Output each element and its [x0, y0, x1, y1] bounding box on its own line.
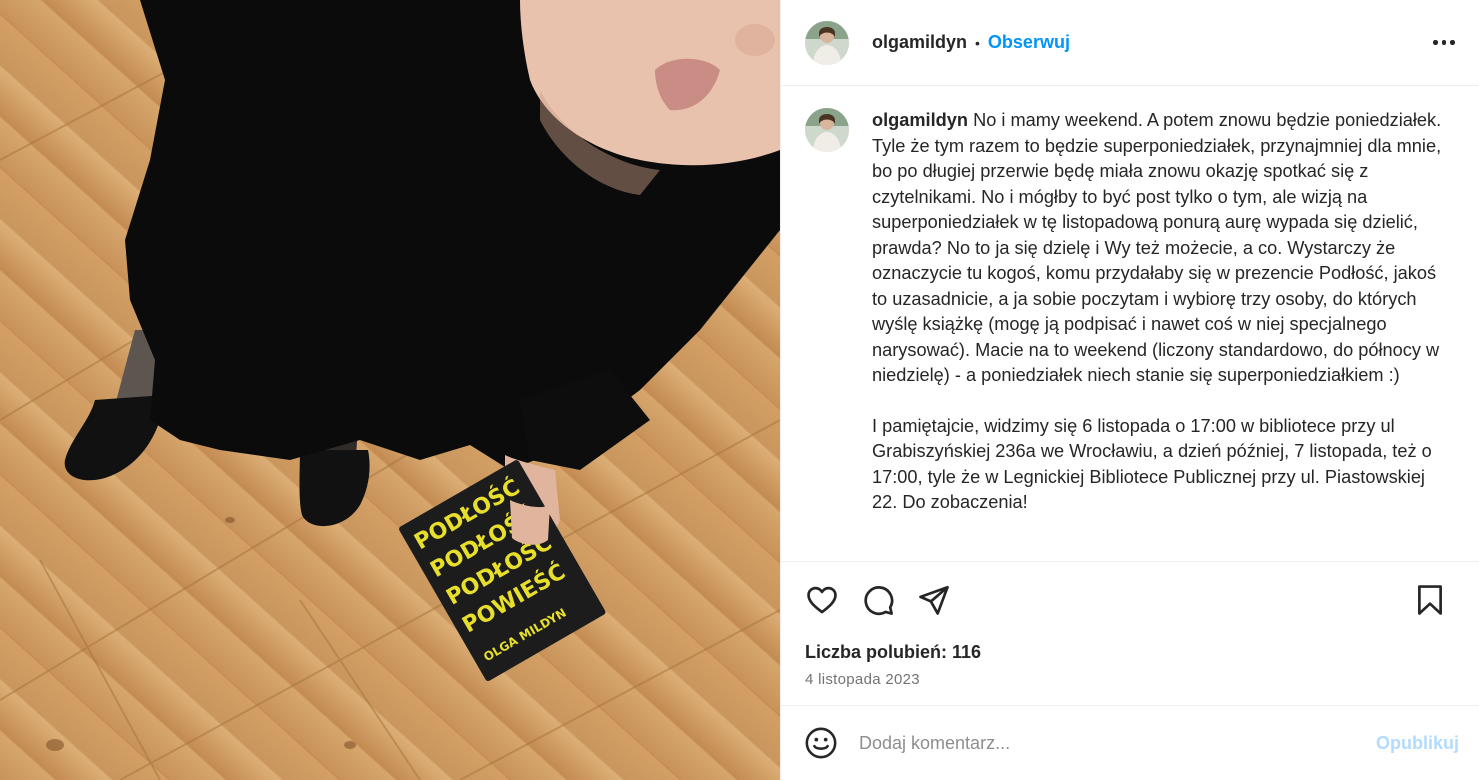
post-header: olgamildyn • Obserwuj	[781, 0, 1479, 86]
username-link[interactable]: olgamildyn	[872, 32, 967, 53]
avatar-icon	[805, 20, 849, 65]
post-caption: olgamildyn No i mamy weekend. A potem zn…	[781, 86, 1479, 562]
comment-icon	[864, 586, 894, 616]
more-options-icon	[1450, 40, 1455, 45]
avatar-icon	[805, 108, 849, 152]
like-button[interactable]	[805, 583, 839, 617]
more-options-button[interactable]	[1429, 28, 1459, 58]
emoji-button[interactable]	[803, 725, 839, 761]
emoji-icon	[805, 727, 837, 759]
instagram-post: PODŁOŚĆ PODŁOŚĆ PODŁOŚĆ POWIEŚĆ OLGA MIL…	[0, 0, 1479, 780]
separator-dot: •	[975, 34, 980, 51]
caption-paragraph-1: olgamildyn No i mamy weekend. A potem zn…	[872, 108, 1449, 389]
comment-input[interactable]	[859, 732, 1376, 754]
save-button[interactable]	[1413, 583, 1447, 617]
more-options-icon	[1441, 40, 1447, 45]
follow-button[interactable]: Obserwuj	[988, 32, 1070, 53]
bookmark-icon	[1418, 585, 1442, 615]
comment-button[interactable]	[861, 583, 895, 617]
share-button[interactable]	[917, 583, 951, 617]
post-date[interactable]: 4 listopada 2023	[781, 663, 1479, 688]
selfie-illustration: PODŁOŚĆ PODŁOŚĆ PODŁOŚĆ POWIEŚĆ OLGA MIL…	[0, 0, 780, 780]
caption-paragraph-2: I pamiętajcie, widzimy się 6 listopada o…	[872, 415, 1432, 513]
heart-icon	[807, 586, 837, 614]
action-bar	[781, 562, 1479, 638]
avatar[interactable]	[805, 20, 849, 65]
post-photo[interactable]: PODŁOŚĆ PODŁOŚĆ PODŁOŚĆ POWIEŚĆ OLGA MIL…	[0, 0, 780, 780]
more-options-icon	[1433, 40, 1438, 45]
publish-button[interactable]: Opublikuj	[1376, 733, 1459, 754]
caption-username-link[interactable]: olgamildyn	[872, 110, 968, 130]
share-icon	[919, 585, 949, 615]
caption-body: No i mamy weekend. A potem znowu będzie …	[872, 110, 1442, 385]
comment-bar: Opublikuj	[781, 705, 1479, 780]
post-sidebar: olgamildyn • Obserwuj olgamildyn No i ma…	[780, 0, 1479, 780]
caption-avatar[interactable]	[805, 108, 849, 152]
caption-text: olgamildyn No i mamy weekend. A potem zn…	[872, 108, 1449, 561]
likes-count[interactable]: Liczba polubień: 116	[781, 638, 1479, 663]
